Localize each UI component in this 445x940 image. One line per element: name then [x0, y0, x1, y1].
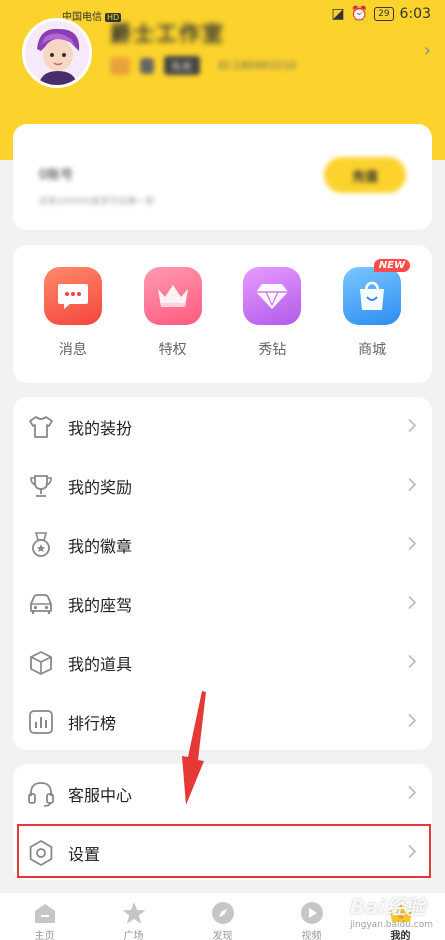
- star-icon: [122, 902, 145, 924]
- headset-icon: [27, 780, 55, 808]
- shopping-bag-icon: [343, 267, 402, 325]
- shortcut-privilege[interactable]: 特权: [133, 267, 213, 383]
- chart-icon: [27, 708, 55, 736]
- menu-item-props[interactable]: 我的道具: [13, 633, 432, 692]
- message-icon: [43, 267, 102, 325]
- tab-video[interactable]: 视频: [282, 901, 342, 940]
- chevron-right-icon: [408, 594, 417, 613]
- alarm-icon: ⏰: [350, 6, 369, 22]
- chevron-right-icon: [408, 476, 417, 495]
- shortcut-card: 消息 特权 秀钻 NEW 商城: [13, 245, 432, 383]
- account-card: 0账号 还有100000发至可兑换一些 充值: [13, 124, 432, 230]
- medal-icon: [27, 531, 55, 559]
- compass-icon: [211, 902, 234, 924]
- menu-item-customer-service[interactable]: 客服中心: [13, 764, 432, 823]
- crown-icon: [143, 267, 202, 325]
- battery-icon: 29: [374, 7, 394, 21]
- annotation-arrow-icon: [182, 691, 206, 805]
- account-label: 0账号: [39, 168, 74, 183]
- recharge-button[interactable]: 充值: [324, 157, 406, 193]
- shortcut-label: 消息: [58, 342, 87, 358]
- shortcut-label: 商城: [358, 342, 387, 358]
- settings-icon: [27, 839, 55, 867]
- shortcut-label: 特权: [158, 342, 187, 358]
- tab-label: 主页: [34, 931, 55, 940]
- level-badge-icon: [110, 56, 130, 75]
- trophy-icon: [27, 472, 55, 500]
- chevron-right-icon: [408, 712, 417, 731]
- menu-item-label: 我的座驾: [68, 595, 133, 615]
- watermark-url: jingyan.baidu.com: [349, 920, 433, 930]
- clock-time: 6:03: [399, 6, 431, 22]
- tab-home[interactable]: 主页: [15, 901, 75, 940]
- chevron-right-icon: [408, 784, 417, 803]
- chevron-right-icon: [408, 653, 417, 672]
- status-icons: ◪ ⏰ 29 6:03: [331, 6, 431, 22]
- menu-item-label: 我的徽章: [68, 536, 133, 556]
- user-tag: 队长: [164, 56, 200, 75]
- avatar[interactable]: [22, 18, 92, 88]
- shortcut-mall[interactable]: NEW 商城: [332, 259, 412, 383]
- menu-item-settings[interactable]: 设置: [13, 823, 432, 882]
- service-card: 客服中心 设置: [13, 764, 432, 880]
- menu-item-leaderboard[interactable]: 排行榜: [13, 692, 432, 751]
- tab-square[interactable]: 广场: [104, 901, 164, 940]
- menu-item-label: 客服中心: [68, 785, 133, 805]
- user-meta: 队长 ID:180493210: [110, 56, 296, 75]
- menu-item-label: 排行榜: [68, 713, 117, 733]
- shortcut-diamond[interactable]: 秀钻: [232, 267, 312, 383]
- shortcut-label: 秀钻: [258, 342, 287, 358]
- menu-item-label: 我的装扮: [68, 418, 133, 438]
- menu-item-rewards[interactable]: 我的奖励: [13, 456, 432, 515]
- avatar-illustration-icon: [25, 21, 89, 85]
- home-icon: [34, 904, 55, 923]
- tshirt-icon: [27, 413, 55, 441]
- tab-label: 视频: [301, 931, 322, 940]
- shortcut-messages[interactable]: 消息: [33, 267, 113, 383]
- new-badge: NEW: [373, 259, 411, 272]
- tab-discover[interactable]: 发现: [193, 901, 253, 940]
- menu-item-vehicle[interactable]: 我的座驾: [13, 574, 432, 633]
- menu-item-label: 设置: [68, 844, 101, 864]
- watermark-text: Bai经验: [349, 895, 426, 919]
- user-id: ID:180493210: [218, 59, 297, 72]
- menu-item-outfits[interactable]: 我的装扮: [13, 397, 432, 456]
- watermark: Bai经验 jingyan.baidu.com: [350, 891, 433, 930]
- menu-card: 我的装扮 我的奖励 我的徽章 我的座驾 我的道具 排行榜: [13, 397, 432, 750]
- menu-item-label: 我的奖励: [68, 477, 133, 497]
- gender-icon: [140, 57, 154, 74]
- tab-label: 广场: [123, 931, 144, 940]
- vibrate-icon: ◪: [331, 6, 345, 22]
- chevron-right-icon: [408, 535, 417, 554]
- menu-item-label: 我的道具: [68, 654, 133, 674]
- chevron-right-icon: [408, 417, 417, 436]
- menu-item-badges[interactable]: 我的徽章: [13, 515, 432, 574]
- username: 爵士工作室: [110, 22, 225, 46]
- chevron-right-icon: [408, 843, 417, 862]
- profile-chevron-icon[interactable]: ›: [424, 40, 431, 61]
- box-icon: [27, 649, 55, 677]
- tab-label: 发现: [212, 931, 233, 940]
- account-subtext: 还有100000发至可兑换一些: [39, 197, 155, 207]
- play-icon: [300, 902, 323, 924]
- car-icon: [27, 590, 55, 618]
- diamond-icon: [243, 267, 302, 325]
